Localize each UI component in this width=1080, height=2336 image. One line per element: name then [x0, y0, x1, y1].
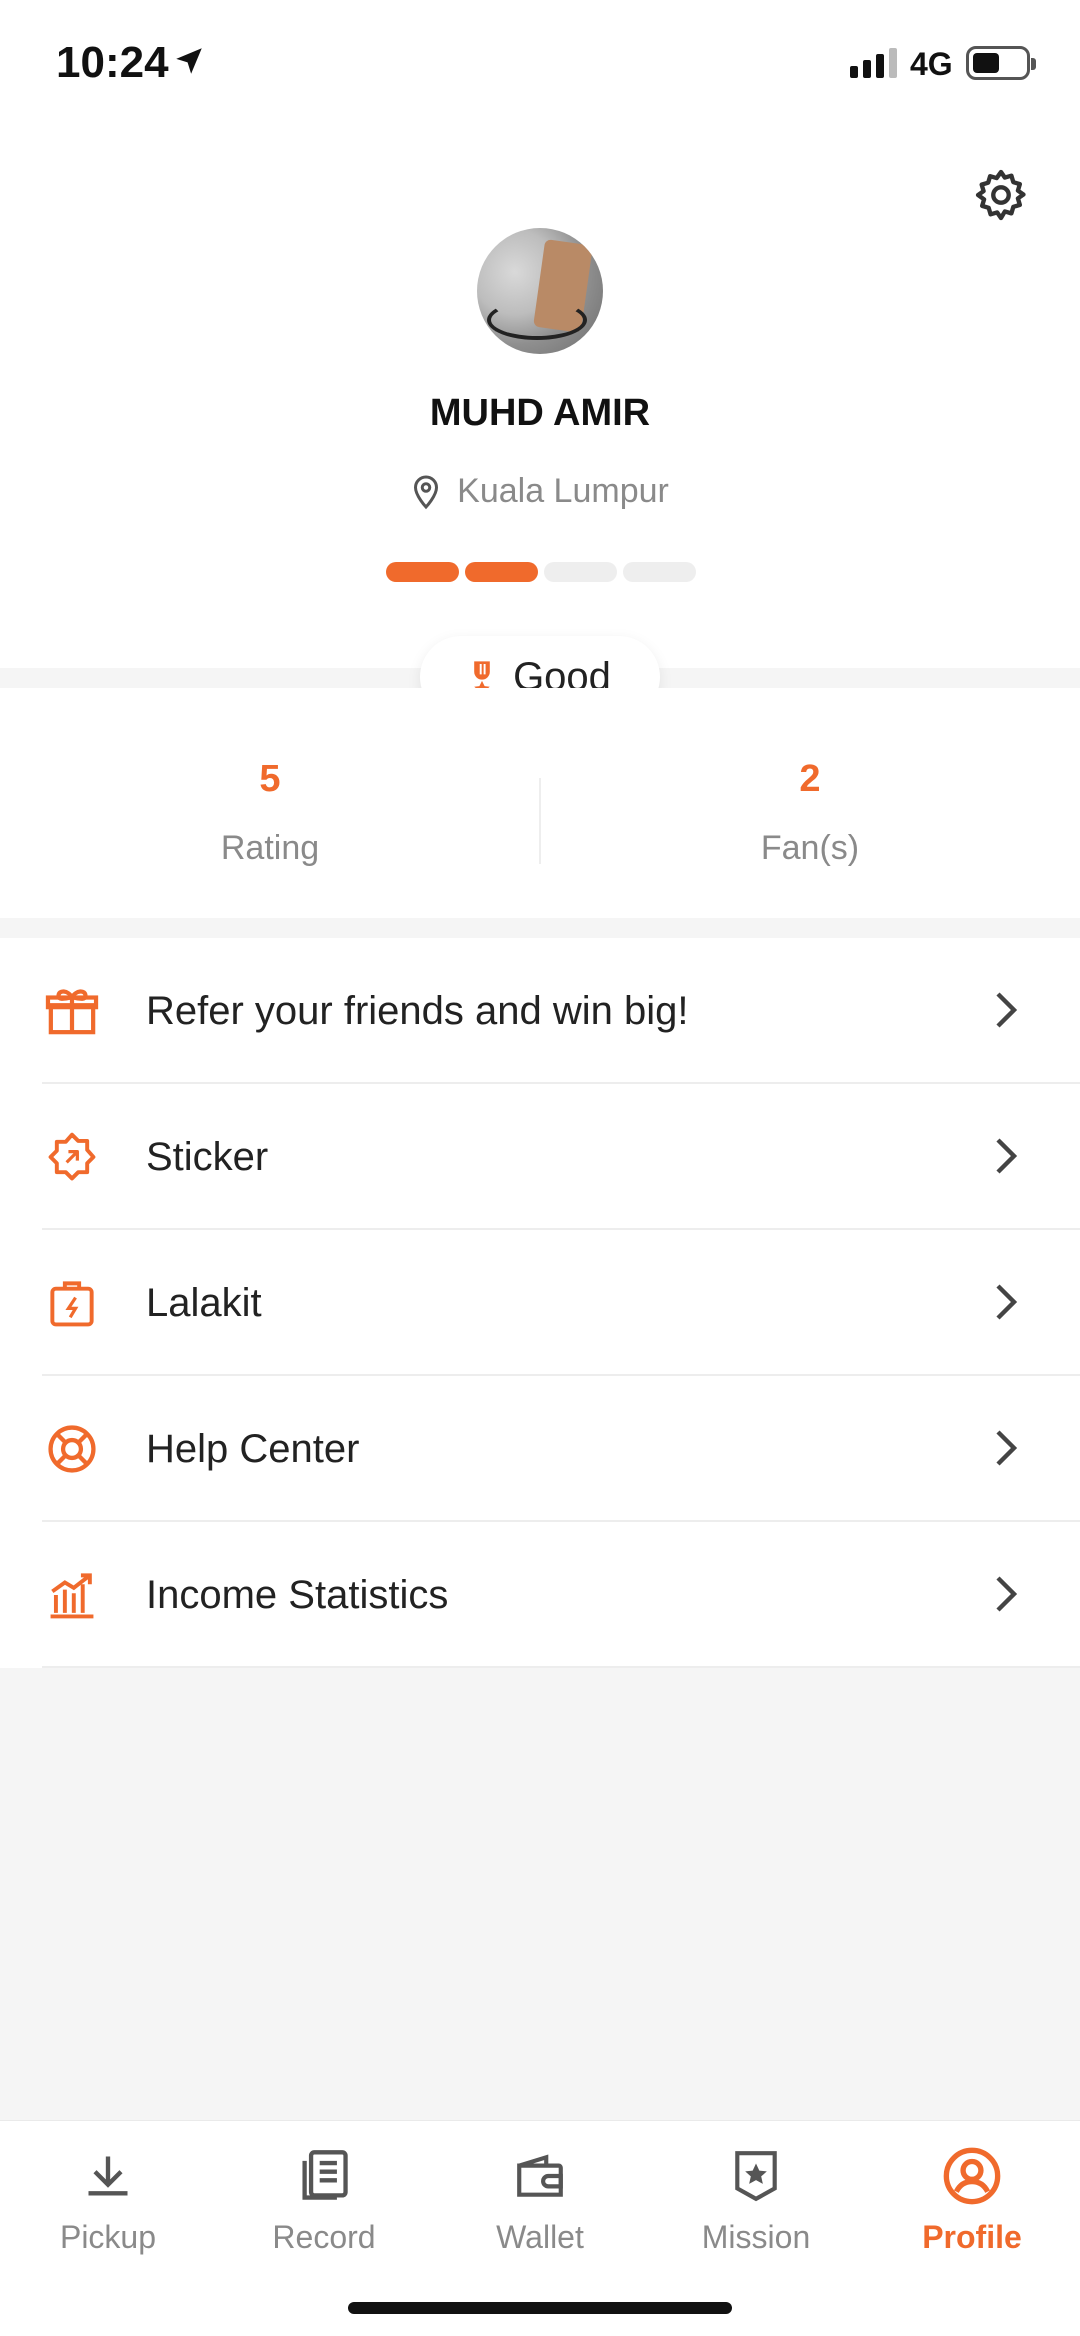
avatar[interactable] [477, 228, 603, 354]
location-text: Kuala Lumpur [457, 472, 669, 510]
tab-record[interactable]: Record [216, 2141, 432, 2256]
menu-label: Sticker [146, 1134, 269, 1179]
stat-fans[interactable]: 2 Fan(s) [540, 758, 1080, 868]
sticker-icon [48, 1132, 96, 1181]
map-pin-icon [414, 475, 439, 509]
menu-item-help-center[interactable]: Help Center [0, 1376, 1080, 1522]
battery-icon [966, 46, 1036, 80]
stat-value: 5 [259, 758, 281, 800]
menu-item-sticker[interactable]: Sticker [0, 1084, 1080, 1230]
tab-label: Pickup [59, 2219, 157, 2255]
download-icon [88, 2156, 128, 2196]
gift-icon [45, 989, 99, 1035]
stat-value: 2 [799, 758, 821, 800]
location-arrow-icon [176, 48, 202, 74]
lifebuoy-icon [48, 1425, 96, 1473]
level-progress-bar [386, 562, 696, 582]
menu-item-lalakit[interactable]: Lalakit [0, 1230, 1080, 1376]
chevron-right-icon [996, 992, 1018, 1028]
tab-profile[interactable]: Profile [864, 2141, 1080, 2256]
lalakit-bag-icon [50, 1281, 94, 1327]
status-bar: 10:24 4G [0, 0, 1080, 130]
menu-label: Income Statistics [146, 1572, 449, 1617]
profile-location: Kuala Lumpur [0, 472, 1080, 511]
tab-label: Record [272, 2219, 376, 2255]
star-shield-icon [735, 2151, 777, 2202]
tab-wallet[interactable]: Wallet [432, 2141, 648, 2256]
stat-rating[interactable]: 5 Rating [0, 758, 540, 868]
tab-label: Wallet [496, 2219, 584, 2255]
menu-label: Lalakit [146, 1280, 262, 1325]
profile-name: MUHD AMIR [429, 392, 651, 434]
document-icon [302, 2150, 348, 2200]
tab-pickup[interactable]: Pickup [0, 2141, 216, 2256]
status-time: 10:24 [56, 38, 169, 87]
chevron-right-icon [996, 1430, 1018, 1466]
profile-icon [943, 2147, 1001, 2205]
menu-divider [42, 1666, 1080, 1668]
menu-item-income-statistics[interactable]: Income Statistics [0, 1522, 1080, 1668]
bar-chart-icon [50, 1573, 94, 1619]
menu-label: Help Center [146, 1426, 360, 1471]
chevron-right-icon [996, 1576, 1018, 1612]
stat-label: Rating [220, 829, 320, 867]
tab-label: Profile [922, 2219, 1022, 2255]
network-type: 4G [910, 46, 953, 82]
chevron-right-icon [996, 1284, 1018, 1320]
stat-label: Fan(s) [760, 829, 860, 867]
home-indicator[interactable] [348, 2302, 732, 2314]
signal-icon [850, 48, 897, 78]
profile-card: MUHD AMIR Kuala Lumpur [0, 130, 1080, 668]
tab-mission[interactable]: Mission [648, 2141, 864, 2256]
wallet-icon [517, 2154, 563, 2197]
gear-icon[interactable] [972, 166, 1030, 224]
menu-list: Refer your friends and win big! Sticker … [0, 938, 1080, 1668]
tab-label: Mission [701, 2219, 811, 2255]
stats-panel: 5 Rating 2 Fan(s) [0, 688, 1080, 918]
menu-label: Refer your friends and win big! [146, 988, 689, 1033]
chevron-right-icon [996, 1138, 1018, 1174]
menu-item-refer[interactable]: Refer your friends and win big! [0, 938, 1080, 1084]
